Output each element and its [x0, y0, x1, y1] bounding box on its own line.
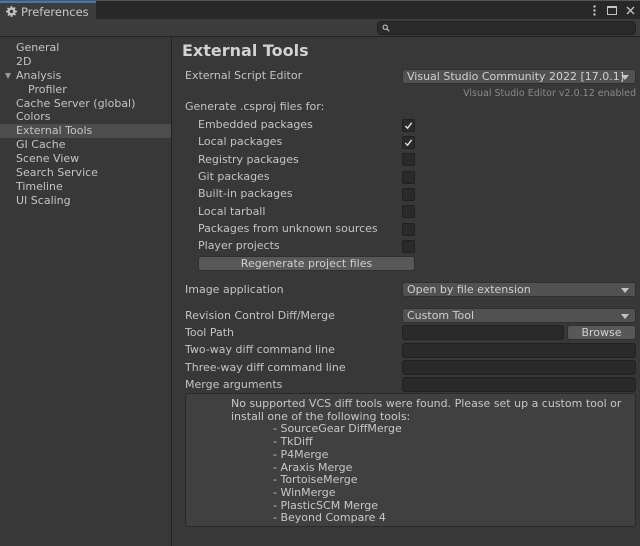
search-icon [382, 24, 390, 32]
three-way-diff-label: Three-way diff command line [185, 361, 346, 374]
local-tarball-checkbox[interactable] [402, 205, 415, 218]
script-editor-label: External Script Editor [185, 69, 303, 82]
csproj-option-label: Embedded packages [198, 118, 313, 131]
merge-arguments-label: Merge arguments [185, 378, 283, 391]
gear-icon [6, 6, 17, 17]
csproj-option-label: Packages from unknown sources [198, 222, 378, 235]
sidebar-item-profiler[interactable]: Profiler [0, 83, 171, 97]
image-application-value: Open by file extension [407, 283, 531, 296]
sidebar-item-search-service[interactable]: Search Service [0, 166, 171, 180]
title-bar: Preferences [0, 0, 640, 20]
tool-list-item: - WinMerge [273, 485, 336, 499]
revision-control-value: Custom Tool [407, 309, 475, 322]
csproj-option-label: Player projects [198, 239, 280, 252]
script-editor-value: Visual Studio Community 2022 [17.0.1] [407, 70, 625, 83]
csproj-label: Generate .csproj files for: [185, 100, 325, 113]
sidebar-item-label: Scene View [16, 152, 80, 166]
sidebar-item-label: Analysis [16, 68, 62, 82]
sidebar-item-timeline[interactable]: Timeline [0, 180, 171, 194]
more-icon[interactable] [588, 3, 600, 17]
revision-control-dropdown[interactable]: Custom Tool [402, 308, 636, 323]
sidebar-item-analysis[interactable]: Analysis [0, 69, 171, 83]
script-editor-dropdown[interactable]: Visual Studio Community 2022 [17.0.1] [402, 69, 636, 84]
csproj-option-label: Local tarball [198, 205, 266, 218]
sidebar-item-label: General [16, 41, 60, 54]
tool-path-label: Tool Path [185, 326, 235, 339]
csproj-option-label: Git packages [198, 170, 270, 183]
player-projects-checkbox[interactable] [402, 240, 415, 253]
vcs-tools-info-box: No supported VCS diff tools were found. … [185, 393, 636, 527]
sidebar-item-label: Search Service [16, 166, 98, 180]
tool-list-item: - TkDiff [273, 435, 313, 449]
page-title: External Tools [182, 41, 309, 60]
expand-triangle-icon[interactable] [5, 72, 11, 79]
csproj-option-label: Built-in packages [198, 187, 293, 200]
registry-packages-checkbox[interactable] [402, 153, 415, 166]
sidebar-item-label: Cache Server (global) [16, 96, 136, 110]
chevron-down-icon [621, 314, 629, 319]
embedded-packages-checkbox[interactable] [402, 119, 415, 132]
sidebar-item-label: Timeline [16, 179, 63, 193]
toolbar [0, 19, 640, 37]
sidebar-item-2d[interactable]: 2D [0, 55, 171, 69]
chevron-down-icon [621, 75, 629, 80]
info-message: No supported VCS diff tools were found. … [231, 397, 622, 423]
tool-list-item: - Beyond Compare 4 [273, 511, 386, 525]
script-editor-status: Visual Studio Editor v2.0.12 enabled [463, 88, 636, 99]
sidebar-item-scene-view[interactable]: Scene View [0, 152, 171, 166]
csproj-option-label: Registry packages [198, 153, 299, 166]
revision-control-label: Revision Control Diff/Merge [185, 309, 335, 322]
three-way-diff-input[interactable] [402, 360, 636, 375]
tool-list-item: - P4Merge [273, 447, 329, 461]
checkmark-icon [404, 122, 413, 130]
unknown-sources-checkbox[interactable] [402, 223, 415, 236]
tab-preferences[interactable]: Preferences [0, 1, 96, 20]
sidebar: General 2D Analysis Profiler Cache Serve… [0, 37, 172, 546]
csproj-option-label: Local packages [198, 135, 283, 148]
tab-title: Preferences [21, 4, 89, 19]
chevron-down-icon [621, 288, 629, 293]
sidebar-item-gi-cache[interactable]: GI Cache [0, 138, 171, 152]
image-application-label: Image application [185, 283, 284, 296]
sidebar-item-label: Colors [16, 110, 51, 124]
tool-path-input[interactable] [402, 325, 564, 340]
sidebar-item-label: External Tools [16, 124, 93, 138]
image-application-dropdown[interactable]: Open by file extension [402, 282, 636, 297]
sidebar-item-general[interactable]: General [0, 41, 171, 55]
two-way-diff-input[interactable] [402, 343, 636, 358]
sidebar-item-label: Profiler [28, 82, 67, 96]
browse-button[interactable]: Browse [567, 325, 636, 340]
local-packages-checkbox[interactable] [402, 136, 415, 149]
sidebar-item-external-tools[interactable]: External Tools [0, 124, 171, 139]
close-icon[interactable] [624, 3, 636, 17]
sidebar-item-ui-scaling[interactable]: UI Scaling [0, 194, 171, 208]
sidebar-item-label: UI Scaling [16, 193, 71, 207]
builtin-packages-checkbox[interactable] [402, 188, 415, 201]
regenerate-project-files-button[interactable]: Regenerate project files [198, 256, 415, 271]
sidebar-item-label: GI Cache [16, 138, 66, 152]
two-way-diff-label: Two-way diff command line [185, 343, 335, 356]
search-input[interactable] [377, 21, 636, 35]
main-panel: External Tools External Script Editor Vi… [173, 37, 640, 546]
sidebar-item-label: 2D [16, 54, 32, 68]
sidebar-item-colors[interactable]: Colors [0, 110, 171, 124]
maximize-icon[interactable] [606, 3, 618, 17]
git-packages-checkbox[interactable] [402, 171, 415, 184]
checkmark-icon [404, 139, 413, 147]
sidebar-item-cache-server[interactable]: Cache Server (global) [0, 97, 171, 111]
merge-arguments-input[interactable] [402, 377, 636, 392]
